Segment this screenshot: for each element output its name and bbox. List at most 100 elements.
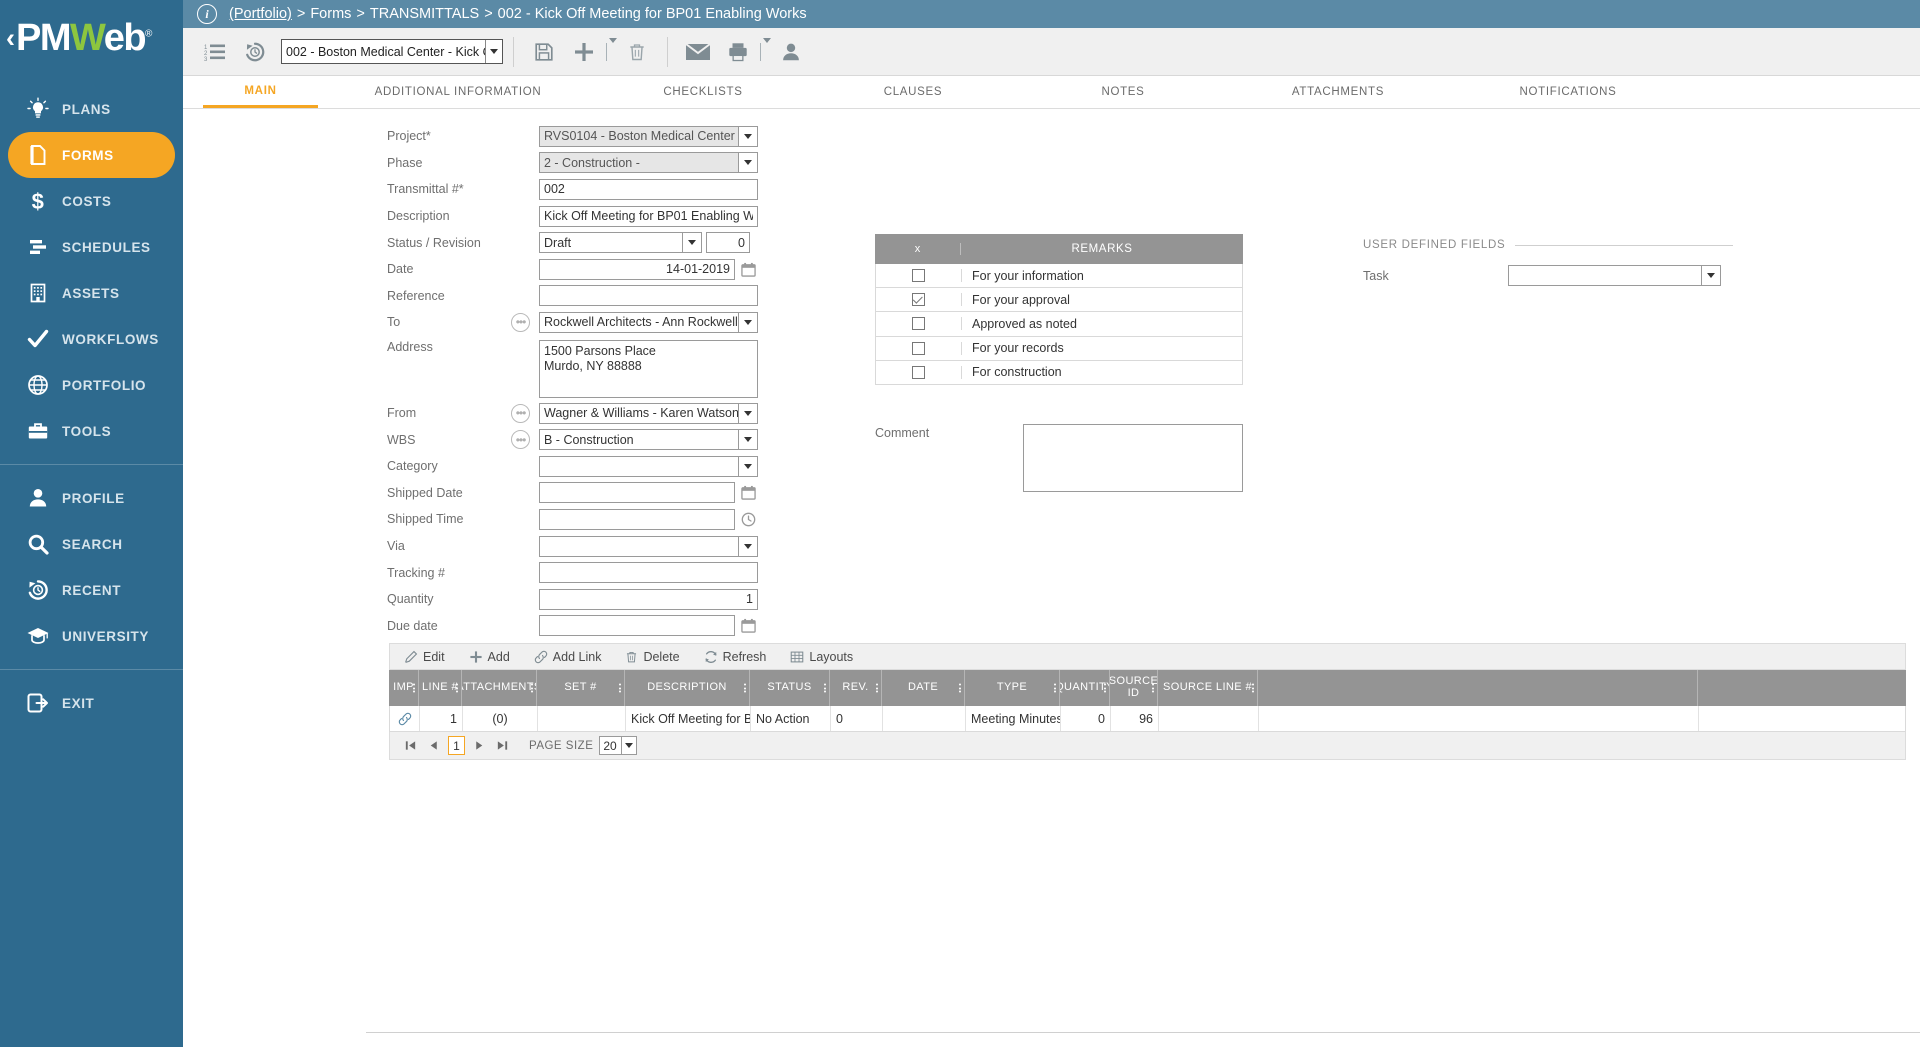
from-lookup-icon[interactable]: ••• bbox=[511, 403, 530, 423]
prev-page-icon[interactable] bbox=[425, 739, 442, 752]
remarks-checkbox[interactable] bbox=[912, 317, 925, 331]
chevron-down-icon[interactable] bbox=[621, 737, 636, 754]
shipped-time-input[interactable] bbox=[539, 508, 735, 530]
task-select[interactable] bbox=[1508, 265, 1721, 286]
sidebar-item-schedules[interactable]: SCHEDULES bbox=[0, 224, 183, 270]
list-numbered-icon[interactable]: 123 bbox=[195, 33, 235, 71]
grid-column-header-line[interactable]: LINE # bbox=[419, 670, 462, 706]
breadcrumb-portfolio[interactable]: (Portfolio) bbox=[229, 6, 292, 22]
attachment-count-link[interactable]: (0) bbox=[492, 712, 507, 726]
grid-column-header-attachments[interactable]: ATTACHMENTS bbox=[462, 670, 537, 706]
remarks-checkbox[interactable] bbox=[912, 269, 925, 283]
grid-column-header-status[interactable]: STATUS bbox=[750, 670, 830, 706]
last-page-icon[interactable] bbox=[494, 739, 511, 752]
remarks-checkbox[interactable] bbox=[912, 341, 925, 355]
grid-column-header-blank[interactable] bbox=[1258, 670, 1698, 706]
sidebar-item-plans[interactable]: PLANS bbox=[0, 86, 183, 132]
grid-column-header-source-line[interactable]: SOURCE LINE # bbox=[1158, 670, 1258, 706]
description-input[interactable] bbox=[539, 205, 758, 227]
current-page[interactable]: 1 bbox=[448, 736, 465, 755]
sidebar-item-university[interactable]: UNIVERSITY bbox=[0, 613, 183, 659]
grid-column-header-date[interactable]: DATE bbox=[882, 670, 965, 706]
grid-column-header-source-id[interactable]: SOURCE ID bbox=[1110, 670, 1158, 706]
calendar-icon[interactable] bbox=[741, 485, 756, 501]
chevron-down-icon[interactable] bbox=[738, 536, 757, 556]
project-select[interactable]: RVS0104 - Boston Medical Center bbox=[539, 125, 758, 147]
sidebar-item-portfolio[interactable]: PORTFOLIO bbox=[0, 362, 183, 408]
page-size-select[interactable]: 20 bbox=[599, 736, 638, 755]
history-icon[interactable] bbox=[235, 33, 275, 71]
quantity-input[interactable] bbox=[539, 588, 758, 610]
column-menu-icon[interactable] bbox=[876, 683, 878, 693]
breadcrumb-forms[interactable]: Forms bbox=[310, 6, 351, 22]
tab-notes[interactable]: NOTES bbox=[1018, 76, 1228, 108]
sidebar-item-workflows[interactable]: WORKFLOWS bbox=[0, 316, 183, 362]
grid-column-header-rev[interactable]: REV. bbox=[830, 670, 882, 706]
collapse-sidebar-icon[interactable]: ‹ bbox=[6, 24, 15, 52]
tab-checklists[interactable]: CHECKLISTS bbox=[598, 76, 808, 108]
calendar-icon[interactable] bbox=[741, 618, 756, 634]
via-select[interactable] bbox=[539, 535, 758, 557]
grid-column-header-type[interactable]: TYPE bbox=[965, 670, 1060, 706]
add-icon[interactable] bbox=[564, 33, 604, 71]
print-split-button[interactable] bbox=[718, 33, 771, 71]
grid-column-header-description[interactable]: DESCRIPTION bbox=[625, 670, 750, 706]
column-menu-icon[interactable] bbox=[531, 683, 533, 693]
shipped-date-input[interactable] bbox=[539, 482, 735, 504]
grid-column-header-quantity[interactable]: QUANTITY bbox=[1060, 670, 1110, 706]
grid-layouts-button[interactable]: Layouts bbox=[790, 650, 853, 664]
tab-attachments[interactable]: ATTACHMENTS bbox=[1228, 76, 1448, 108]
column-menu-icon[interactable] bbox=[1252, 683, 1254, 693]
column-menu-icon[interactable] bbox=[1054, 683, 1056, 693]
chevron-down-icon[interactable] bbox=[682, 233, 701, 253]
tracking-input[interactable] bbox=[539, 562, 758, 584]
remarks-checkbox[interactable] bbox=[912, 365, 925, 379]
date-input[interactable] bbox=[539, 258, 735, 280]
address-textarea[interactable]: 1500 Parsons Place Murdo, NY 88888 bbox=[539, 339, 758, 398]
delete-button[interactable] bbox=[617, 33, 657, 71]
sidebar-item-costs[interactable]: $ COSTS bbox=[0, 178, 183, 224]
calendar-icon[interactable] bbox=[741, 262, 756, 277]
phase-select[interactable]: 2 - Construction - bbox=[539, 152, 758, 174]
column-menu-icon[interactable] bbox=[456, 683, 458, 693]
column-menu-icon[interactable] bbox=[619, 683, 621, 693]
save-button[interactable] bbox=[524, 33, 564, 71]
grid-delete-button[interactable]: Delete bbox=[625, 650, 680, 664]
record-selector[interactable]: 002 - Boston Medical Center - Kick Off bbox=[281, 39, 503, 64]
wbs-select[interactable]: B - Construction bbox=[539, 429, 758, 451]
sidebar-item-tools[interactable]: TOOLS bbox=[0, 408, 183, 454]
add-split-button[interactable] bbox=[564, 33, 617, 71]
tab-notifications[interactable]: NOTIFICATIONS bbox=[1448, 76, 1688, 108]
breadcrumb-transmittals[interactable]: TRANSMITTALS bbox=[370, 6, 479, 22]
chevron-down-icon[interactable] bbox=[485, 40, 502, 63]
assign-user-button[interactable] bbox=[771, 33, 811, 71]
chevron-down-icon[interactable] bbox=[738, 126, 757, 146]
to-lookup-icon[interactable]: ••• bbox=[511, 312, 530, 332]
grid-column-header-set[interactable]: SET # bbox=[537, 670, 625, 706]
transmittal-input[interactable] bbox=[539, 178, 758, 200]
grid-refresh-button[interactable]: Refresh bbox=[704, 650, 766, 664]
logo[interactable]: ‹ PMWeb® bbox=[0, 0, 183, 76]
chevron-down-icon[interactable] bbox=[738, 456, 757, 476]
sidebar-item-assets[interactable]: ASSETS bbox=[0, 270, 183, 316]
email-button[interactable] bbox=[678, 33, 718, 71]
tab-clauses[interactable]: CLAUSES bbox=[808, 76, 1018, 108]
column-menu-icon[interactable] bbox=[1152, 683, 1154, 693]
chevron-down-icon[interactable] bbox=[738, 153, 757, 173]
to-select[interactable]: Rockwell Architects - Ann Rockwell bbox=[539, 311, 758, 333]
sidebar-item-forms[interactable]: FORMS bbox=[8, 132, 175, 178]
grid-column-header-imp[interactable]: IMP bbox=[389, 670, 419, 706]
reference-input[interactable] bbox=[539, 285, 758, 307]
first-page-icon[interactable] bbox=[402, 739, 419, 752]
sidebar-item-profile[interactable]: PROFILE bbox=[0, 475, 183, 521]
column-menu-icon[interactable] bbox=[959, 683, 961, 693]
grid-add-link-button[interactable]: Add Link bbox=[534, 650, 601, 664]
next-page-icon[interactable] bbox=[471, 739, 488, 752]
column-menu-icon[interactable] bbox=[1104, 683, 1106, 693]
chevron-down-icon[interactable] bbox=[738, 430, 757, 450]
tab-additional-information[interactable]: ADDITIONAL INFORMATION bbox=[318, 76, 598, 108]
grid-edit-button[interactable]: Edit bbox=[404, 650, 445, 664]
column-menu-icon[interactable] bbox=[744, 683, 746, 693]
tab-main[interactable]: MAIN bbox=[203, 76, 318, 108]
column-menu-icon[interactable] bbox=[824, 683, 826, 693]
